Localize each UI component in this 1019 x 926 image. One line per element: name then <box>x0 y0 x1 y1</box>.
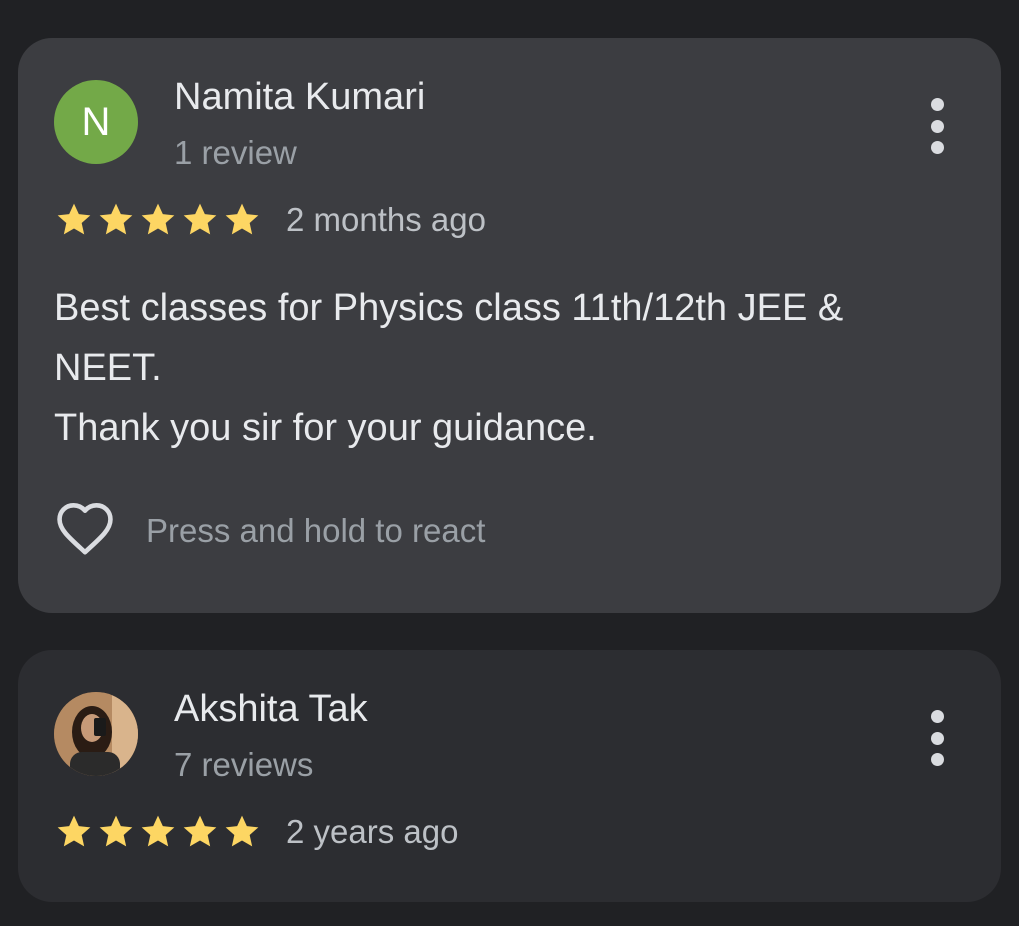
star-icon <box>180 812 220 852</box>
reviewer-review-count[interactable]: 1 review <box>174 134 297 172</box>
more-vert-icon-dot <box>930 753 944 766</box>
review-text-line: NEET. <box>54 347 162 389</box>
review-text-line: Thank you sir for your guidance. <box>54 407 597 449</box>
star-icon <box>138 200 178 240</box>
review-text-line: Best classes for Physics class 11th/12th… <box>54 287 844 329</box>
star-rating <box>54 812 262 852</box>
more-vert-icon <box>930 98 944 111</box>
more-vert-icon <box>930 710 944 723</box>
review-card[interactable]: Akshita Tak 7 reviews 2 years ago <box>18 650 1001 902</box>
reviewer-name[interactable]: Namita Kumari <box>174 76 425 119</box>
review-time: 2 years ago <box>286 813 459 850</box>
more-options-button[interactable] <box>925 98 949 154</box>
more-options-button[interactable] <box>925 710 949 766</box>
review-text: Best classes for Physics class 11th/12th… <box>54 278 954 458</box>
star-icon <box>54 200 94 240</box>
reviewer-review-count[interactable]: 7 reviews <box>174 746 313 784</box>
star-icon <box>180 200 220 240</box>
review-time: 2 months ago <box>286 201 486 238</box>
rating-row: 2 years ago <box>54 812 458 852</box>
profile-photo-icon <box>54 692 138 776</box>
reviewer-name[interactable]: Akshita Tak <box>174 688 368 731</box>
star-icon <box>96 812 136 852</box>
avatar-letter: N <box>81 99 111 144</box>
rating-row: 2 months ago <box>54 200 486 240</box>
star-icon <box>222 200 262 240</box>
heart-outline-icon <box>54 500 116 561</box>
star-icon <box>138 812 178 852</box>
star-rating <box>54 200 262 240</box>
react-label: Press and hold to react <box>146 511 486 549</box>
star-icon <box>96 200 136 240</box>
avatar[interactable]: N <box>54 80 138 164</box>
avatar[interactable] <box>54 692 138 776</box>
react-button[interactable]: Press and hold to react <box>54 500 485 561</box>
star-icon <box>54 812 94 852</box>
more-vert-icon-dot <box>930 141 944 154</box>
more-vert-icon-dot <box>930 731 944 745</box>
more-vert-icon-dot <box>930 119 944 133</box>
review-card[interactable]: N Namita Kumari 1 review 2 months ago Be… <box>18 38 1001 613</box>
star-icon <box>222 812 262 852</box>
